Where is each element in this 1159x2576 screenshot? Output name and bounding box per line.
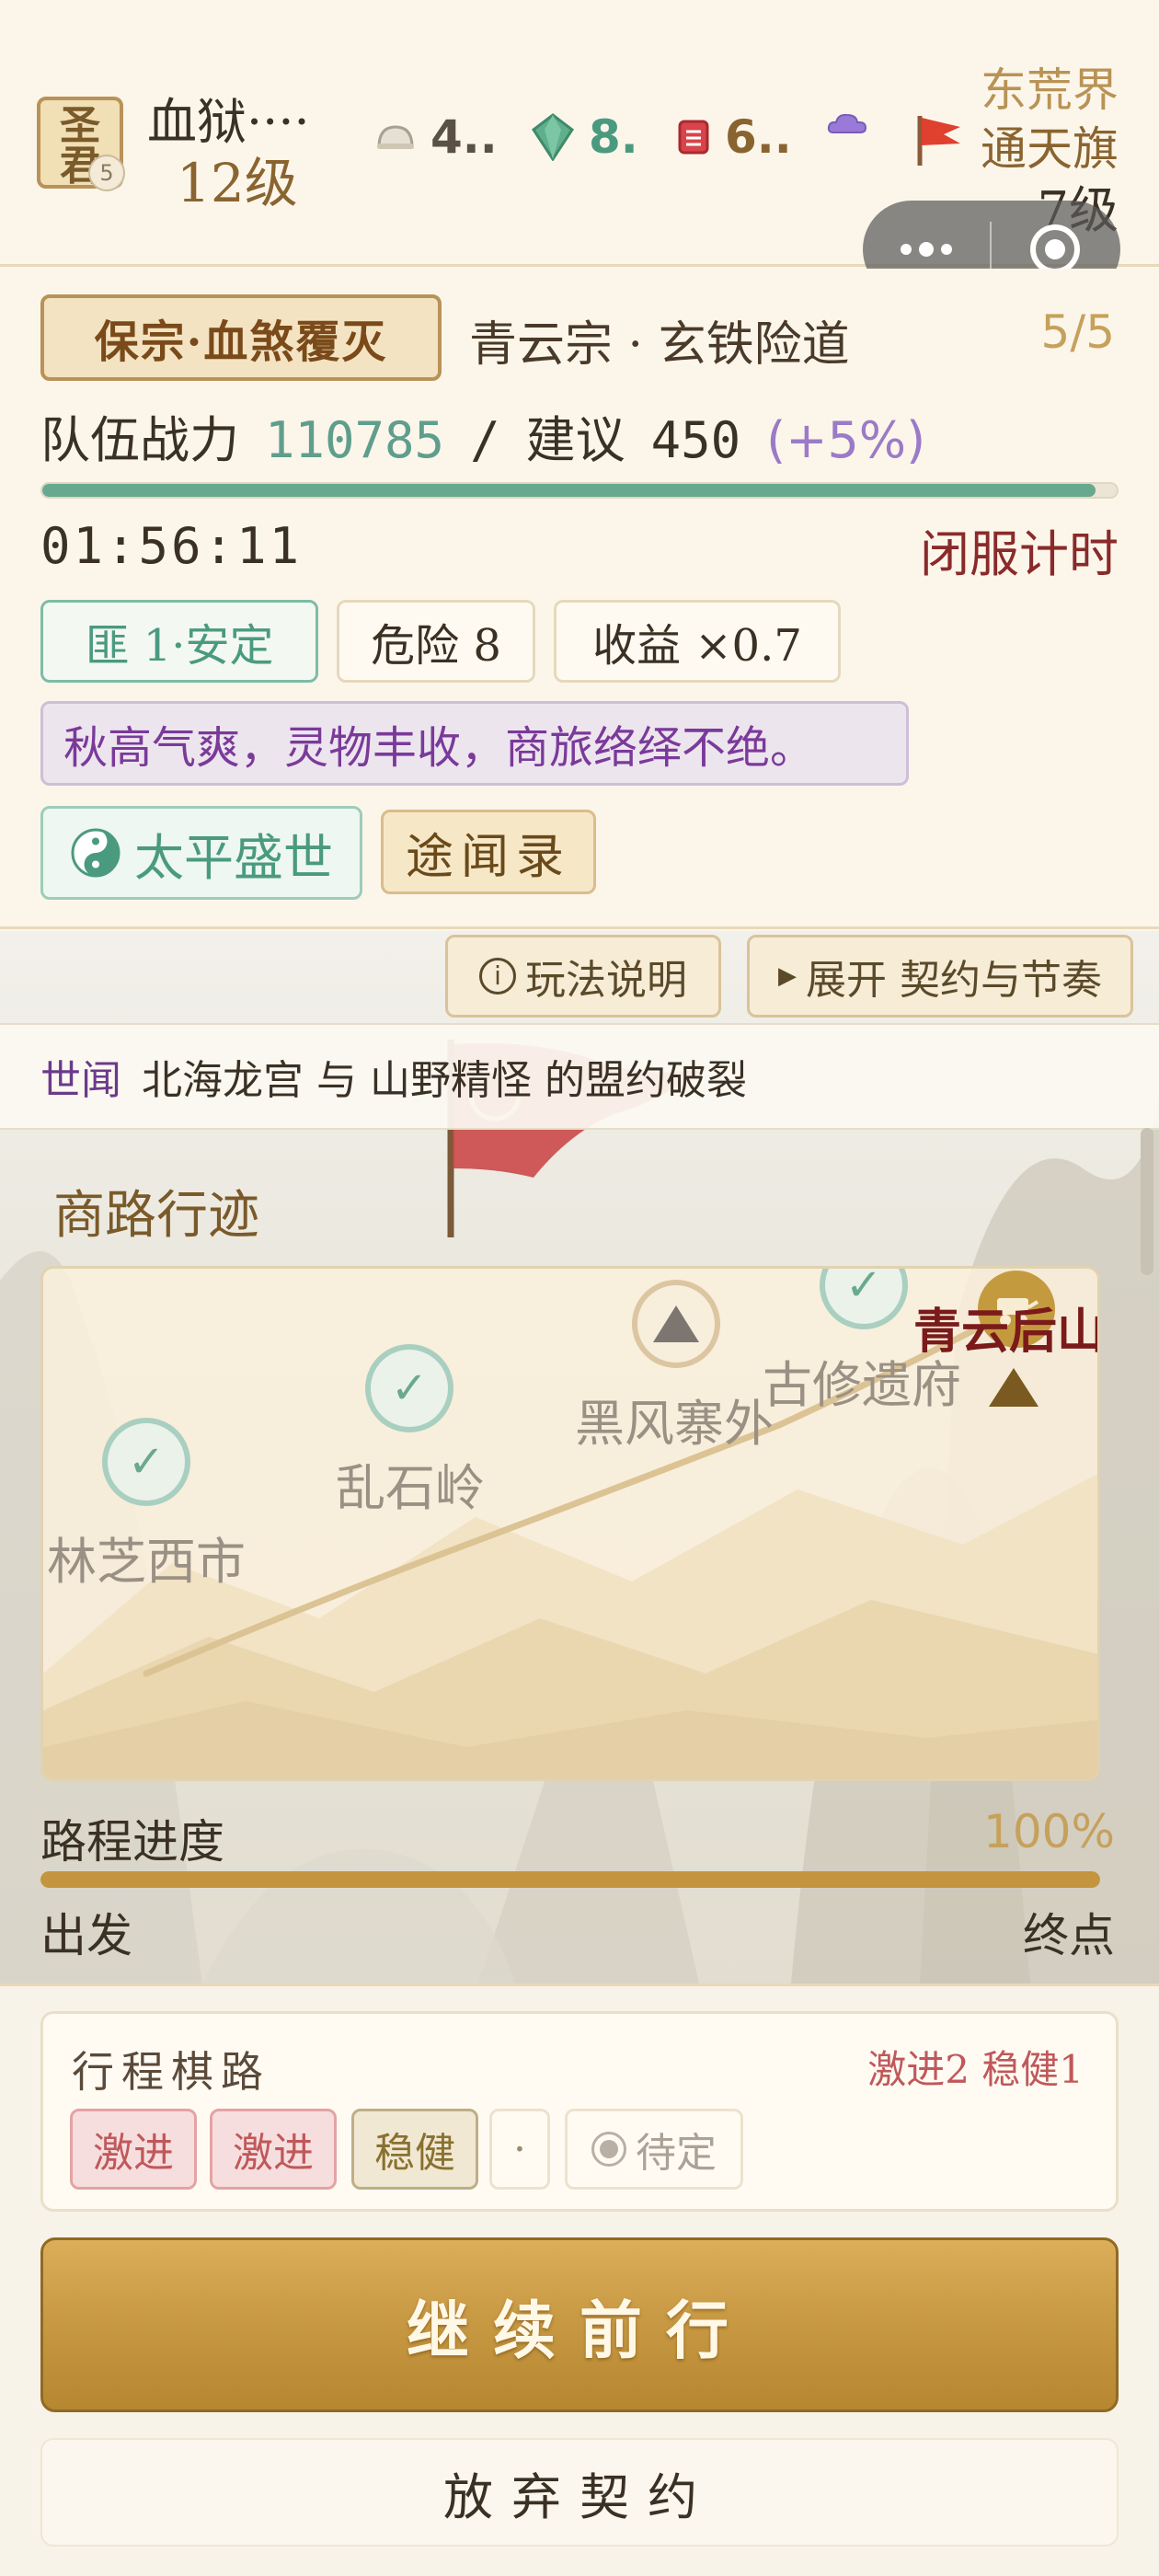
- avatar-level-badge: 5: [88, 155, 125, 191]
- triangle-right-icon: ▶: [778, 962, 797, 990]
- mountain-marker-icon: [989, 1368, 1039, 1407]
- power-progress-fill: [42, 484, 1096, 497]
- power-progress-bar: [40, 482, 1119, 499]
- mountain-triangle-icon: [653, 1305, 699, 1342]
- route-node-label-current: 青云后山: [913, 1304, 1100, 1360]
- check-icon: ✓: [127, 1436, 166, 1488]
- route-node-danger[interactable]: [632, 1280, 720, 1368]
- trade-route-map: ✓ 林芝西市 ✓ 乱石岭 黑风寨外 ✓ 古修遗府 青云后山: [40, 1266, 1100, 1781]
- season-banner: 秋高气爽，灵物丰收，商旅络绎不绝。: [40, 701, 909, 786]
- team-power-label: 队伍战力: [40, 411, 239, 469]
- jade-gem-icon: [532, 113, 574, 161]
- resource-helmet[interactable]: 4..: [375, 110, 498, 164]
- map-title: 商路行迹: [53, 1186, 259, 1246]
- itinerary-summary: 激进2 稳健1: [867, 2047, 1084, 2092]
- route-node-checked[interactable]: ✓: [102, 1418, 190, 1506]
- continue-button[interactable]: 继续前行: [40, 2237, 1119, 2412]
- team-power-row: 队伍战力 110785 / 建议 450 (+5%): [40, 399, 925, 472]
- resource-cloud[interactable]: [826, 110, 868, 136]
- itinerary-title: 行程棋路: [72, 2047, 270, 2097]
- move-steady[interactable]: 稳健: [351, 2109, 478, 2190]
- countdown-label: 闭服计时: [920, 525, 1119, 583]
- route-progress-label: 路程进度: [40, 1815, 224, 1869]
- resource-jade[interactable]: 8.: [532, 110, 638, 164]
- income-chip: 收益 ×0.7: [554, 600, 841, 683]
- expand-contract-label: 展开 契约与节奏: [806, 957, 1102, 1004]
- mission-count: 5/5: [1040, 305, 1115, 359]
- countdown-timer: 01:56:11: [40, 517, 303, 575]
- route-node-label: 黑风寨外: [575, 1395, 774, 1453]
- move-pending-label: 待定: [636, 2130, 717, 2177]
- route-progress-fill: [40, 1871, 1100, 1888]
- recommend-label: 建议: [525, 411, 625, 469]
- move-aggressive[interactable]: 激进: [210, 2109, 337, 2190]
- move-empty[interactable]: ·: [489, 2109, 550, 2190]
- peace-era-label: 太平盛世: [134, 828, 333, 887]
- route-end-label: 终点: [1023, 1909, 1115, 1962]
- route-node-label: 林芝西市: [47, 1533, 246, 1591]
- team-power-value: 110785: [265, 411, 445, 469]
- recommend-value: 450: [650, 411, 741, 469]
- route-start-label: 出发: [40, 1909, 132, 1962]
- expand-contract-button[interactable]: ▶ 展开 契约与节奏: [747, 935, 1133, 1018]
- resource-helmet-value: 4..: [430, 110, 498, 164]
- bandit-level-chip: 匪 1·安定: [40, 600, 318, 683]
- world-news-text: 北海龙宫 与 山野精怪 的盟约破裂: [142, 1057, 747, 1104]
- power-separator: /: [470, 411, 500, 469]
- red-flag-icon[interactable]: [912, 112, 964, 180]
- info-icon: i: [479, 958, 516, 995]
- resource-jade-value: 8.: [589, 110, 638, 164]
- realm-label: 东荒界: [981, 63, 1119, 117]
- move-aggressive[interactable]: 激进: [70, 2109, 197, 2190]
- resource-scroll[interactable]: 6..: [677, 110, 792, 164]
- route-node-label: 乱石岭: [336, 1459, 485, 1517]
- power-bonus: (+5%): [766, 411, 926, 469]
- abandon-contract-button[interactable]: 放弃契约: [40, 2438, 1119, 2547]
- world-news-label: 世闻: [40, 1057, 121, 1104]
- scroll-box-icon: [678, 120, 709, 155]
- yin-yang-icon: [71, 828, 120, 878]
- check-icon: ✓: [390, 1363, 429, 1414]
- route-node-checked[interactable]: ✓: [365, 1344, 453, 1432]
- gameplay-help-label: 玩法说明: [525, 957, 687, 1004]
- resource-scroll-value: 6..: [725, 110, 792, 164]
- move-pending[interactable]: 待定: [565, 2109, 743, 2190]
- helmet-icon: [377, 125, 414, 149]
- check-icon: ✓: [844, 1266, 883, 1311]
- world-news-bar: 世闻 北海龙宫 与 山野精怪 的盟约破裂: [0, 1023, 1159, 1130]
- player-level: 12级: [177, 152, 298, 214]
- peace-era-button[interactable]: 太平盛世: [40, 806, 362, 900]
- radio-dot-icon: [591, 2132, 626, 2167]
- route-name: 青云宗 · 玄铁险道: [469, 317, 850, 373]
- gameplay-help-button[interactable]: i 玩法说明: [445, 935, 721, 1018]
- travel-news-button[interactable]: 途闻录: [381, 810, 596, 894]
- scrollbar[interactable]: [1141, 1128, 1153, 1275]
- cloud-icon: [827, 113, 867, 133]
- route-progress-value: 100%: [983, 1805, 1115, 1858]
- mission-tag: 保宗·血煞覆灭: [40, 294, 442, 381]
- danger-chip: 危险 8: [337, 600, 535, 683]
- route-progress-bar: [40, 1871, 1100, 1888]
